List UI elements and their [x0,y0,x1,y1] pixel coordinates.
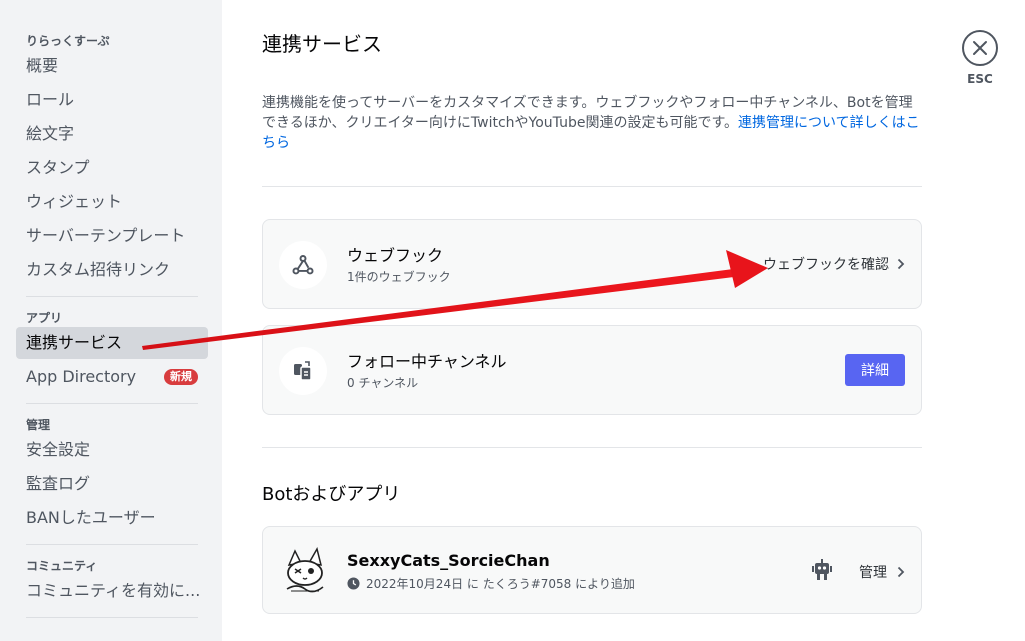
followed-channels-icon [294,361,312,381]
sidebar-item-safety[interactable]: 安全設定 [16,434,208,466]
webhook-icon [292,255,314,275]
sidebar-item-label: 監査ログ [26,474,91,493]
followed-channels-card: フォロー中チャンネル 0 チャンネル 詳細 [262,325,922,415]
sidebar-item-server-template[interactable]: サーバーテンプレート [16,220,208,252]
sidebar-item-enable-community[interactable]: コミュニティを有効に... [16,575,208,607]
close-button[interactable] [962,30,998,66]
sidebar-separator [26,544,198,545]
clock-icon [347,577,360,590]
divider [262,186,922,187]
manage-bot-button[interactable]: 管理 [859,562,905,582]
robot-icon [812,559,832,580]
sidebar-item-label: BANしたユーザー [26,508,156,527]
sidebar-item-integrations[interactable]: 連携サービス [16,327,208,359]
manage-bot-label: 管理 [859,565,887,581]
settings-sidebar: りらっくすーぷ 概要 ロール 絵文字 スタンプ ウィジェット サーバーテンプレー… [0,0,222,641]
sidebar-item-label: サーバーテンプレート [26,226,186,245]
bot-added-info: 2022年10月24日 に たくろう#7058 により追加 [347,575,635,592]
sidebar-header-manage: 管理 [26,418,51,432]
bot-icon-container [811,559,833,585]
sidebar-header-community: コミュニティ [26,559,98,573]
sidebar-separator [26,617,198,618]
integrations-description: 連携機能を使ってサーバーをカスタマイズできます。ウェブフックやフォロー中チャンネ… [262,93,922,153]
followed-channels-icon-container [279,347,327,395]
sidebar-item-custom-invite[interactable]: カスタム招待リンク [16,254,208,286]
sidebar-item-label: ロール [26,90,75,109]
sidebar-item-overview[interactable]: 概要 [16,50,208,82]
followed-channels-count: 0 チャンネル [347,376,419,390]
view-webhooks-label: ウェブフックを確認 [763,257,889,273]
sidebar-item-roles[interactable]: ロール [16,84,208,116]
chevron-right-icon [897,258,905,270]
close-control: ESC [961,30,999,86]
bot-avatar [279,545,331,597]
sidebar-separator [26,403,198,404]
sidebar-header-apps: アプリ [26,311,63,325]
sidebar-item-label: App Directory [26,367,137,386]
sidebar-item-label: スタンプ [26,158,90,177]
chevron-right-icon [897,566,905,578]
sidebar-item-label: 連携サービス [26,333,123,352]
esc-label: ESC [967,72,993,86]
sidebar-item-app-directory[interactable]: App Directory 新規 [16,361,208,393]
sidebar-item-label: 安全設定 [26,440,91,459]
sidebar-item-emoji[interactable]: 絵文字 [16,118,208,150]
sidebar-item-audit-log[interactable]: 監査ログ [16,468,208,500]
followed-channels-details-button[interactable]: 詳細 [845,354,905,386]
sidebar-item-label: 概要 [26,56,59,75]
bot-name: SexxyCats_SorcieChan [347,551,550,570]
new-badge: 新規 [164,369,198,385]
followed-channels-title: フォロー中チャンネル [347,352,507,371]
bots-section-title: Botおよびアプリ [262,484,401,505]
page-title: 連携サービス [262,32,382,56]
sidebar-item-bans[interactable]: BANしたユーザー [16,502,208,534]
webhook-icon-container [279,241,327,289]
divider [262,447,922,448]
sidebar-item-widget[interactable]: ウィジェット [16,186,208,218]
sidebar-item-label: 絵文字 [26,124,75,143]
webhooks-title: ウェブフック [347,246,444,265]
sidebar-item-label: ウィジェット [26,192,123,211]
bot-card: SexxyCats_SorcieChan 2022年10月24日 に たくろう#… [262,526,922,614]
sidebar-item-label: コミュニティを有効に... [26,581,201,600]
sidebar-item-label: カスタム招待リンク [26,260,171,279]
sidebar-separator [26,296,198,297]
sidebar-header-server: りらっくすーぷ [26,34,110,48]
webhooks-card[interactable]: ウェブフック 1件のウェブフック ウェブフックを確認 [262,219,922,309]
bot-added-text: 2022年10月24日 に たくろう#7058 により追加 [366,577,635,591]
webhooks-count: 1件のウェブフック [347,270,451,284]
view-webhooks-button[interactable]: ウェブフックを確認 [763,254,905,274]
integrations-page: 連携サービス ESC 連携機能を使ってサーバーをカスタマイズできます。ウェブフッ… [222,0,1025,641]
sidebar-item-stickers[interactable]: スタンプ [16,152,208,184]
close-icon [973,41,987,55]
